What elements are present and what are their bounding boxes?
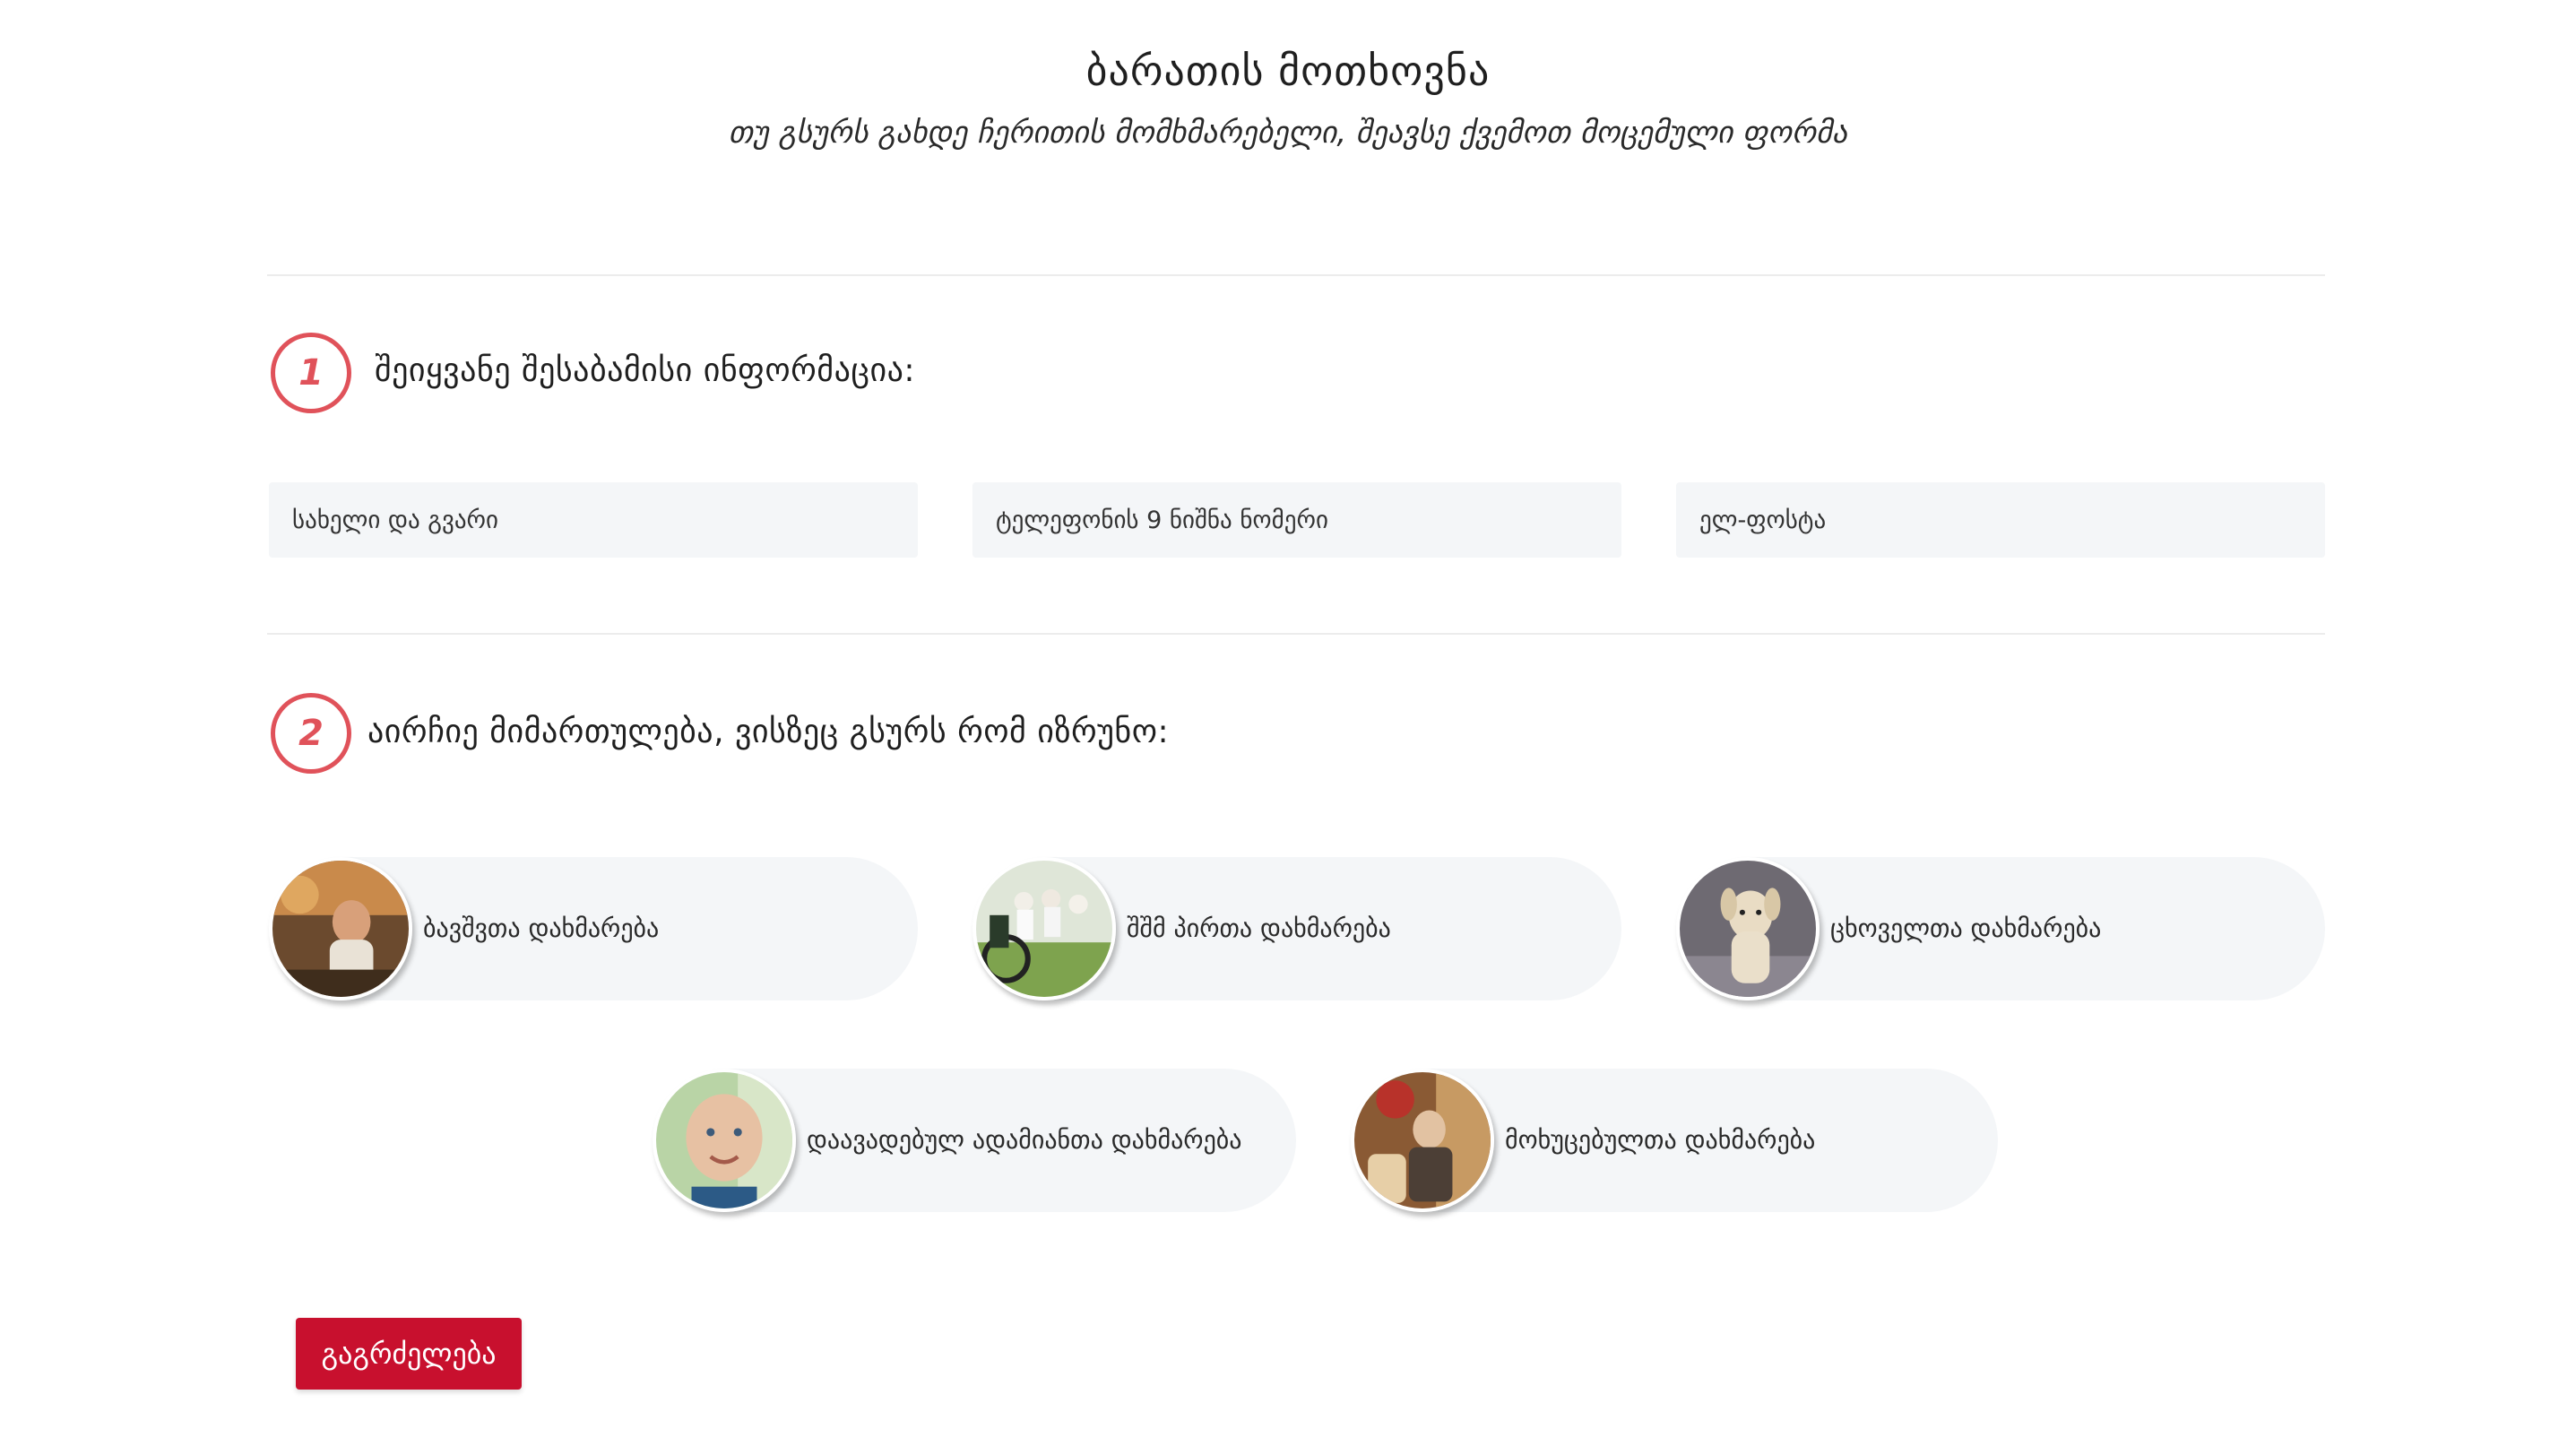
step-2-number: 2	[271, 693, 351, 774]
step-1-title: შეიყვანე შესაბამისი ინფორმაცია:	[375, 352, 915, 389]
option-children-help[interactable]: ბავშვთა დახმარება	[269, 857, 918, 1000]
divider-top	[267, 274, 2325, 276]
option-label: ცხოველთა დახმარება	[1830, 914, 2102, 943]
divider-middle	[267, 633, 2325, 635]
full-name-input[interactable]	[269, 482, 918, 558]
option-label: შშმ პირთა დახმარება	[1127, 914, 1391, 943]
elderly-photo-icon	[1351, 1069, 1494, 1212]
wheelchair-photo-icon	[972, 857, 1116, 1000]
child-photo-icon	[269, 857, 412, 1000]
email-input[interactable]	[1676, 482, 2325, 558]
page-subtitle: თუ გსურს გახდე ჩერითის მომხმარებელი, შეა…	[728, 115, 1848, 151]
sick-child-photo-icon	[653, 1069, 796, 1212]
option-disabled-help[interactable]: შშმ პირთა დახმარება	[972, 857, 1621, 1000]
option-animals-help[interactable]: ცხოველთა დახმარება	[1676, 857, 2325, 1000]
option-label: ბავშვთა დახმარება	[423, 914, 660, 943]
option-label: დაავადებულ ადამიანთა დახმარება	[807, 1125, 1242, 1155]
option-label: მოხუცებულთა დახმარება	[1505, 1125, 1816, 1155]
continue-button[interactable]: გაგრძელება	[296, 1318, 522, 1390]
step-2-title: აირჩიე მიმართულება, ვისზეც გსურს რომ იზრ…	[367, 714, 1170, 750]
step-1-number: 1	[271, 333, 351, 413]
option-sick-help[interactable]: დაავადებულ ადამიანთა დახმარება	[653, 1069, 1296, 1212]
dog-photo-icon	[1676, 857, 1820, 1000]
option-elderly-help[interactable]: მოხუცებულთა დახმარება	[1351, 1069, 1998, 1212]
page-title: ბარათის მოთხოვნა	[1085, 47, 1491, 95]
phone-input[interactable]	[972, 482, 1621, 558]
